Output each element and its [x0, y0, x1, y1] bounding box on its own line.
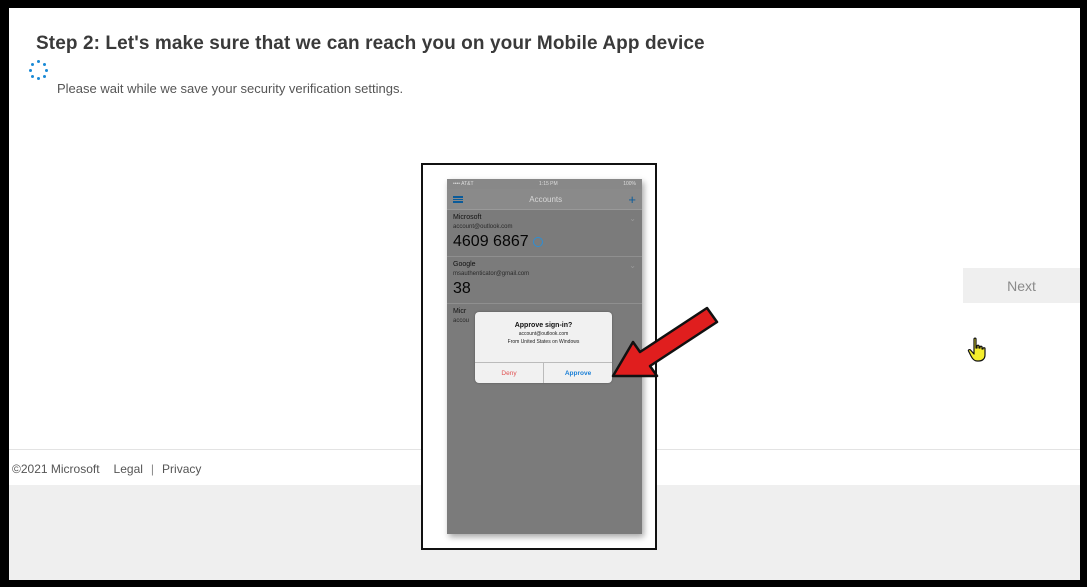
red-arrow-icon [611, 306, 719, 378]
privacy-link[interactable]: Privacy [162, 462, 201, 476]
approve-button: Approve [564, 369, 592, 377]
loading-spinner-icon [28, 60, 48, 80]
chevron-down-icon: ⌄ [629, 261, 636, 270]
hamburger-menu-icon [453, 195, 463, 203]
copyright-text: ©2021 Microsoft [12, 462, 100, 476]
phone-status-bar: •••• AT&T 1:15 PM 100% [447, 179, 642, 189]
plus-icon: + [628, 191, 636, 207]
dialog-account: account@outlook.com [518, 331, 569, 337]
legal-link[interactable]: Legal [114, 462, 143, 476]
dialog-title: Approve sign-in? [514, 322, 573, 329]
account-name: Microsoft [453, 214, 482, 221]
timer-icon [532, 237, 543, 247]
account-email: msauthenticator@gmail.com [453, 271, 530, 277]
account-item: Microsoft account@outlook.com 4609 6867 … [447, 210, 642, 257]
footer-separator: | [150, 462, 155, 476]
hand-pointer-icon [967, 337, 986, 362]
accounts-title: Accounts [529, 194, 563, 204]
authenticator-header: Accounts + [447, 189, 642, 210]
wait-message: Please wait while we save your security … [57, 81, 404, 96]
account-code: 38 [453, 280, 636, 298]
account-name: Google [453, 261, 476, 268]
deny-button: Deny [475, 363, 544, 383]
dialog-actions: Deny Approve [475, 362, 612, 383]
next-button[interactable]: Next [963, 268, 1080, 303]
account-code-value: 38 [453, 280, 471, 297]
status-time: 1:15 PM [539, 181, 558, 187]
account-email: account@outlook.com [453, 224, 513, 230]
approve-signin-dialog: Approve sign-in? account@outlook.com Fro… [475, 312, 612, 383]
step-title: Step 2: Let's make sure that we can reac… [36, 33, 705, 54]
status-carrier: •••• AT&T [453, 181, 474, 187]
dialog-location: From United States on Windows [507, 339, 580, 345]
chevron-down-icon: ⌄ [629, 214, 636, 223]
account-code-value: 4609 6867 [453, 233, 529, 250]
footer: ©2021 Microsoft Legal | Privacy [12, 462, 201, 476]
account-item: Google msauthenticator@gmail.com 38 ⌄ [447, 257, 642, 304]
status-battery: 100% [623, 181, 636, 187]
account-code: 4609 6867 [453, 233, 636, 251]
